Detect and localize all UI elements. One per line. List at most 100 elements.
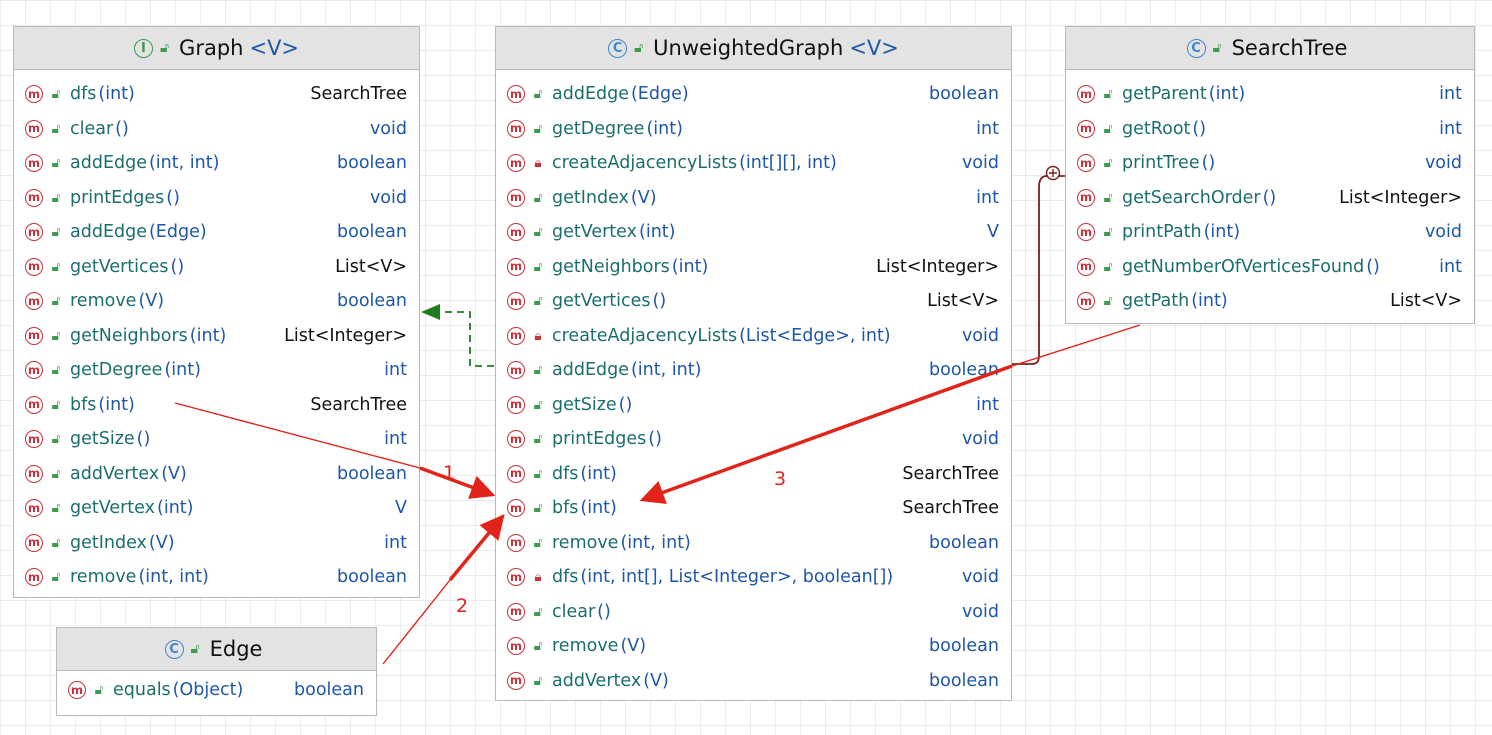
unlock-icon: 🔓︎ (533, 189, 543, 206)
method-name: addEdge (70, 153, 147, 174)
method-row[interactable]: m 🔓︎ printEdges() void (496, 422, 1011, 457)
method-row[interactable]: m 🔓︎ getDegree (int) int (14, 353, 419, 388)
return-type: void (961, 429, 999, 450)
method-icon: m (507, 292, 525, 311)
method-name: getNumberOfVerticesFound (1122, 256, 1365, 277)
method-name: remove (70, 291, 137, 312)
class-icon: C (608, 38, 628, 58)
class-header-search-tree[interactable]: C 🔓︎ SearchTree (1066, 27, 1474, 70)
method-row[interactable]: m 🔓︎ getSearchOrder() List<Integer> (1066, 181, 1474, 216)
class-search-tree[interactable]: C 🔓︎ SearchTree m 🔓︎ getParent (int) int m 🔓︎ g… (1065, 26, 1475, 324)
method-icon: m (25, 257, 43, 276)
method-row[interactable]: m 🔓︎ dfs (int) SearchTree (14, 77, 419, 112)
method-row[interactable]: m 🔓︎ getPath (int) List<V> (1066, 284, 1474, 319)
return-type: List<Integer> (876, 256, 999, 277)
method-row[interactable]: m 🔓︎ getRoot() int (1066, 112, 1474, 147)
method-row[interactable]: m 🔓︎ addVertex (V) boolean (14, 457, 419, 492)
method-row[interactable]: m 🔓︎ remove (int, int) boolean (14, 560, 419, 595)
method-name: createAdjacencyLists (552, 325, 738, 346)
method-row[interactable]: m 🔓︎ printTree() void (1066, 146, 1474, 181)
method-params: (int) (98, 394, 135, 415)
unlock-icon: 🔓︎ (51, 431, 61, 448)
class-graph[interactable]: I 🔓︎ Graph <V> m 🔓︎ dfs (int) SearchTree m 🔓︎ c… (13, 26, 420, 598)
class-header-graph[interactable]: I 🔓︎ Graph <V> (14, 27, 419, 70)
method-row[interactable]: m 🔓︎ addEdge (Edge) boolean (496, 77, 1011, 112)
method-row[interactable]: m 🔓︎ printEdges() void (14, 181, 419, 216)
method-row[interactable]: m 🔓︎ bfs (int) SearchTree (496, 491, 1011, 526)
method-row[interactable]: m 🔓︎ getIndex (V) int (14, 526, 419, 561)
method-row[interactable]: m 🔓︎ addEdge (int, int) boolean (496, 353, 1011, 388)
method-icon: m (25, 188, 43, 207)
return-type: SearchTree (902, 498, 999, 519)
unlock-icon: 🔓︎ (533, 120, 543, 137)
method-name: getSize (70, 429, 135, 450)
method-row[interactable]: m 🔓︎ dfs (int) SearchTree (496, 457, 1011, 492)
method-params: () (115, 118, 129, 139)
method-icon: m (1077, 223, 1095, 242)
method-icon: m (507, 223, 525, 242)
unlock-icon: 🔓︎ (51, 120, 61, 137)
method-icon: m (1077, 85, 1095, 104)
method-row[interactable]: m 🔓︎ getVertex (int) V (496, 215, 1011, 250)
method-icon: m (507, 430, 525, 449)
method-row[interactable]: m 🔒︎ createAdjacencyLists (List<Edge>, int)… (496, 319, 1011, 354)
class-unweighted-graph[interactable]: C 🔓︎ UnweightedGraph <V> m 🔓︎ addEdge (Edge… (495, 26, 1012, 701)
method-row[interactable]: m 🔓︎ getVertices() List<V> (496, 284, 1011, 319)
method-row[interactable]: m 🔓︎ getDegree (int) int (496, 112, 1011, 147)
method-params: (int[][], int) (739, 153, 837, 174)
method-row[interactable]: m 🔓︎ clear() void (14, 112, 419, 147)
method-icon: m (507, 637, 525, 656)
lock-icon: 🔒︎ (534, 569, 542, 586)
method-row[interactable]: m 🔓︎ getParent (int) int (1066, 77, 1474, 112)
method-row[interactable]: m 🔓︎ addEdge (Edge) boolean (14, 215, 419, 250)
method-row[interactable]: m 🔓︎ equals (Object) boolean (57, 673, 376, 708)
method-params: (Object) (172, 680, 244, 701)
method-params: () (136, 429, 151, 450)
method-icon: m (507, 671, 525, 690)
unlock-icon: 🔓︎ (533, 224, 543, 241)
method-name: printTree (1122, 153, 1200, 174)
method-row[interactable]: m 🔓︎ remove (V) boolean (496, 629, 1011, 664)
method-icon: m (507, 326, 525, 345)
method-params: (List<Edge>, int) (739, 325, 891, 346)
method-icon: m (25, 533, 43, 552)
method-row[interactable]: m 🔓︎ getNeighbors (int) List<Integer> (14, 319, 419, 354)
method-row[interactable]: m 🔓︎ bfs (int) SearchTree (14, 388, 419, 423)
return-type: int (1439, 84, 1462, 105)
method-row[interactable]: m 🔓︎ getNeighbors (int) List<Integer> (496, 250, 1011, 285)
method-list: m 🔓︎ getParent (int) int m 🔓︎ getRoot() int m 🔓︎ pr… (1066, 70, 1474, 319)
class-header-edge[interactable]: C 🔓︎ Edge (57, 628, 376, 671)
method-icon: m (25, 568, 43, 587)
method-params: (V) (643, 670, 669, 691)
method-row[interactable]: m 🔒︎ createAdjacencyLists (int[][], int) voi… (496, 146, 1011, 181)
method-row[interactable]: m 🔓︎ addVertex (V) boolean (496, 664, 1011, 699)
public-visibility-icon: 🔓︎ (159, 40, 170, 56)
method-row[interactable]: m 🔓︎ getSize() int (496, 388, 1011, 423)
method-params: (int) (671, 256, 709, 277)
method-params: () (652, 291, 667, 312)
method-params: (Edge) (630, 84, 689, 105)
method-row[interactable]: m 🔓︎ printPath (int) void (1066, 215, 1474, 250)
class-edge[interactable]: C 🔓︎ Edge m 🔓︎ equals (Object) boolean (56, 627, 377, 716)
method-row[interactable]: m 🔓︎ remove (V) boolean (14, 284, 419, 319)
method-row[interactable]: m 🔓︎ getVertex (int) V (14, 491, 419, 526)
method-icon: m (68, 681, 86, 700)
method-name: createAdjacencyLists (552, 153, 738, 174)
method-row[interactable]: m 🔒︎ dfs (int, int[], List<Integer>, boolea… (496, 560, 1011, 595)
method-row[interactable]: m 🔓︎ clear() void (496, 595, 1011, 630)
method-icon: m (25, 361, 43, 380)
method-row[interactable]: m 🔓︎ remove (int, int) boolean (496, 526, 1011, 561)
method-row[interactable]: m 🔓︎ getIndex (V) int (496, 181, 1011, 216)
annotation-arrow-3-thin (1011, 324, 1141, 367)
method-row[interactable]: m 🔓︎ addEdge (int, int) boolean (14, 146, 419, 181)
class-header-unweighted-graph[interactable]: C 🔓︎ UnweightedGraph <V> (496, 27, 1011, 70)
return-type: List<V> (1390, 291, 1462, 312)
method-params: (Edge) (148, 222, 207, 243)
method-name: getParent (1122, 84, 1207, 105)
public-visibility-icon: 🔓︎ (190, 641, 200, 657)
method-row[interactable]: m 🔓︎ getNumberOfVerticesFound() int (1066, 250, 1474, 285)
unlock-icon: 🔓︎ (533, 638, 543, 655)
method-row[interactable]: m 🔓︎ getSize() int (14, 422, 419, 457)
method-row[interactable]: m 🔓︎ getVertices() List<V> (14, 250, 419, 285)
method-params: (V) (148, 532, 175, 553)
